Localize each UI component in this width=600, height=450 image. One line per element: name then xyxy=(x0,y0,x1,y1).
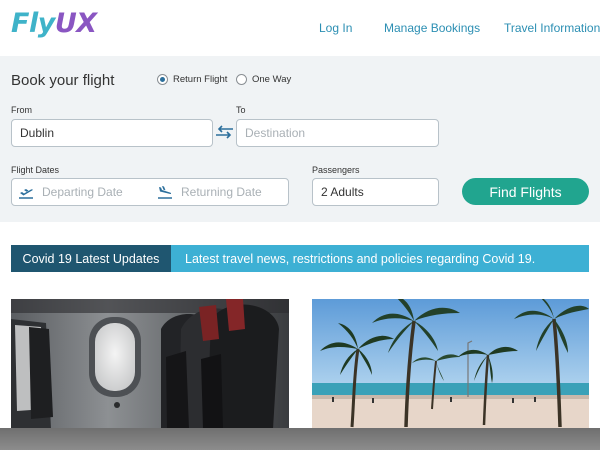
nav-manage-bookings-link[interactable]: Manage Bookings xyxy=(384,21,480,35)
returning-date-placeholder: Returning Date xyxy=(181,185,262,199)
passengers-label: Passengers xyxy=(312,165,360,175)
flyux-logo[interactable]: FlyUX xyxy=(11,8,97,39)
flight-dates-input[interactable]: Departing Date Returning Date xyxy=(11,178,289,206)
booking-title: Book your flight xyxy=(11,72,115,89)
nav-travel-information-link[interactable]: Travel Information xyxy=(504,21,600,35)
covid-updates-text: Latest travel news, restrictions and pol… xyxy=(185,251,536,266)
one-way-radio[interactable]: One Way xyxy=(236,74,291,85)
nav-login-link[interactable]: Log In xyxy=(319,21,352,35)
destination-placeholder: Destination xyxy=(245,126,306,140)
find-flights-button[interactable]: Find Flights xyxy=(462,178,589,205)
one-way-radio-dot[interactable] xyxy=(236,74,247,85)
returning-date-field[interactable]: Returning Date xyxy=(157,179,262,205)
departing-date-field[interactable]: Departing Date xyxy=(18,179,123,205)
from-label: From xyxy=(11,105,32,115)
airplane-cabin-image[interactable] xyxy=(11,299,289,429)
departing-date-placeholder: Departing Date xyxy=(42,185,123,199)
plane-landing-icon xyxy=(158,186,172,199)
plane-takeoff-icon xyxy=(19,189,33,199)
covid-updates-tag: Covid 19 Latest Updates xyxy=(11,245,171,272)
from-input[interactable]: Dublin xyxy=(11,119,213,147)
to-label: To xyxy=(236,105,246,115)
beach-palm-trees-image[interactable] xyxy=(312,299,589,429)
logo-ux: UX xyxy=(54,8,97,39)
logo-fly: Fly xyxy=(11,8,55,39)
return-flight-label: Return Flight xyxy=(173,74,228,85)
swap-arrows-icon[interactable] xyxy=(215,125,234,139)
one-way-label: One Way xyxy=(252,74,292,85)
flight-dates-label: Flight Dates xyxy=(11,165,60,175)
bottom-overlay xyxy=(0,428,600,450)
from-input-value: Dublin xyxy=(20,126,55,140)
booking-panel: Book your flight Return Flight One Way F… xyxy=(0,56,600,222)
covid-banner[interactable]: Covid 19 Latest Updates Latest travel ne… xyxy=(11,245,589,272)
return-flight-radio-dot[interactable] xyxy=(157,74,168,85)
destination-input[interactable]: Destination xyxy=(236,119,439,147)
return-flight-radio[interactable]: Return Flight xyxy=(157,74,227,85)
passengers-select[interactable]: 2 Adults xyxy=(312,178,439,206)
site-header: FlyUX Log In Manage Bookings Travel Info… xyxy=(0,0,600,56)
passengers-value: 2 Adults xyxy=(321,185,364,199)
